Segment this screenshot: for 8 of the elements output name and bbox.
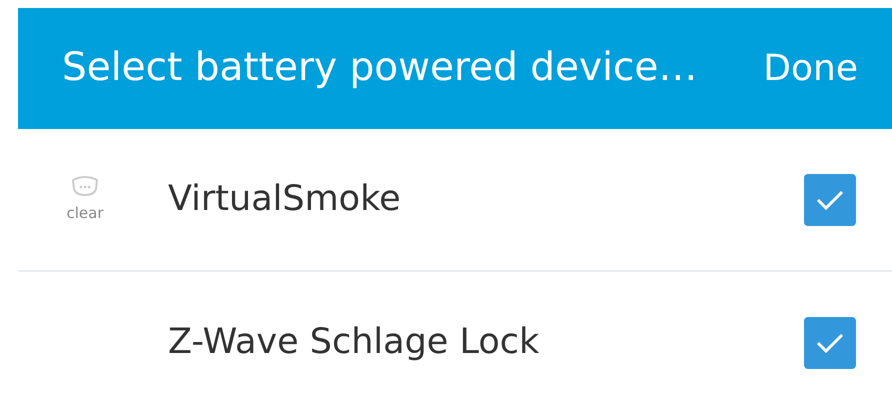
done-button[interactable]: Done bbox=[763, 42, 858, 96]
checkbox[interactable] bbox=[804, 316, 856, 368]
smoke-detector-icon bbox=[70, 174, 100, 198]
screen-title: Select battery powered device… bbox=[62, 44, 698, 92]
device-name: Z-Wave Schlage Lock bbox=[168, 321, 540, 364]
device-name: VirtualSmoke bbox=[168, 178, 402, 222]
device-status: clear bbox=[66, 203, 104, 224]
checkbox[interactable] bbox=[804, 174, 856, 226]
